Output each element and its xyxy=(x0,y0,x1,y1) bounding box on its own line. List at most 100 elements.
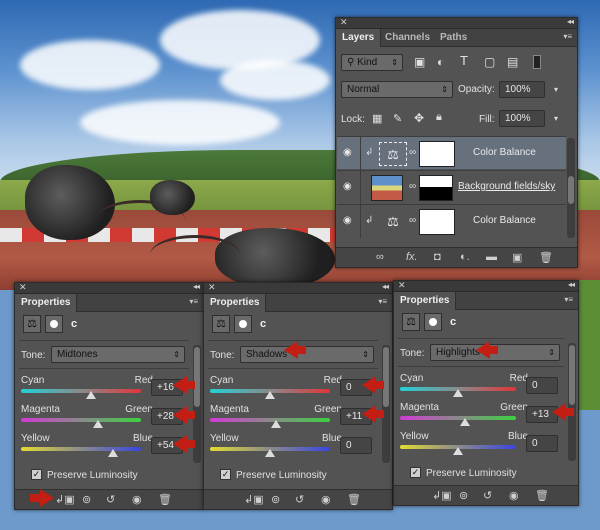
link-icon[interactable]: ∞ xyxy=(409,215,416,226)
trash-icon[interactable]: 🗑︎ xyxy=(535,489,549,502)
collapse-icon[interactable]: ◂◂ xyxy=(382,282,389,291)
tone-select[interactable]: Midtones ⇕ xyxy=(51,346,185,363)
lock-brush-icon[interactable]: ✎ xyxy=(393,112,402,125)
add-mask-icon[interactable]: ◘ xyxy=(434,251,441,263)
tab-properties[interactable]: Properties xyxy=(15,294,78,312)
trash-icon[interactable]: 🗑︎ xyxy=(158,493,172,506)
tab-paths[interactable]: Paths xyxy=(434,29,473,47)
tab-properties[interactable]: Properties xyxy=(204,294,267,312)
slider-thumb[interactable] xyxy=(85,391,96,399)
fill-input[interactable]: 100% ▾ xyxy=(499,110,558,127)
slider-thumb[interactable] xyxy=(271,420,281,428)
close-icon[interactable]: ✕ xyxy=(398,280,406,291)
layer-row[interactable]: ◉ ∞ Background fields/sky xyxy=(337,170,566,204)
properties-scrollbar[interactable] xyxy=(382,345,390,463)
lock-all-icon[interactable]: 🔒︎ xyxy=(436,111,442,124)
visibility-eye-icon[interactable]: ◉ xyxy=(132,493,142,506)
collapse-icon[interactable]: ◂◂ xyxy=(568,280,575,289)
filter-toggle-switch[interactable] xyxy=(533,55,541,69)
slider-track[interactable] xyxy=(21,447,141,451)
slider-thumb[interactable] xyxy=(453,389,463,397)
scrollbar-thumb[interactable] xyxy=(383,347,389,407)
link-icon[interactable]: ∞ xyxy=(409,147,416,158)
view-previous-icon[interactable]: ⊚ xyxy=(82,493,91,506)
layer-name[interactable]: Background fields/sky xyxy=(458,181,555,192)
scrollbar-thumb[interactable] xyxy=(568,176,574,204)
slider-track[interactable] xyxy=(400,416,516,420)
blend-mode-select[interactable]: Normal ⇕ xyxy=(341,81,453,98)
slider-value-input[interactable]: 0 xyxy=(526,377,558,394)
tab-channels[interactable]: Channels xyxy=(379,29,436,47)
filter-kind-select[interactable]: ⚲ Kind ⇕ xyxy=(341,54,403,71)
adjustment-layer-icon[interactable]: ◐. xyxy=(460,251,470,263)
panel-menu-icon[interactable]: ▾≡ xyxy=(564,295,573,304)
link-icon[interactable]: ∞ xyxy=(409,181,416,192)
filter-type-icon[interactable]: T xyxy=(460,53,468,68)
color-balance-icon[interactable]: ⚖ xyxy=(402,313,420,331)
view-previous-icon[interactable]: ⊚ xyxy=(271,493,280,506)
opacity-input[interactable]: 100% ▾ xyxy=(499,81,558,98)
visibility-cell[interactable]: ◉ xyxy=(337,171,361,204)
layer-mask-thumbnail[interactable] xyxy=(419,141,455,167)
tone-select[interactable]: Shadows ⇕ xyxy=(240,346,374,363)
group-folder-icon[interactable]: ▬ xyxy=(486,251,497,263)
filter-pixel-icon[interactable]: ▣ xyxy=(414,55,425,69)
mask-icon[interactable] xyxy=(424,313,442,331)
trash-icon[interactable]: 🗑︎ xyxy=(347,493,361,506)
reset-icon[interactable]: ↺ xyxy=(483,489,492,502)
layers-scrollbar[interactable] xyxy=(567,138,575,238)
reset-icon[interactable]: ↺ xyxy=(106,493,115,506)
visibility-cell[interactable]: ◉ xyxy=(337,205,361,238)
trash-icon[interactable]: 🗑︎ xyxy=(539,251,553,264)
properties-scrollbar[interactable] xyxy=(568,343,576,461)
layer-name[interactable]: Color Balance xyxy=(473,215,536,226)
layer-row[interactable]: ◉ ↲ ⚖ ∞ Color Balance xyxy=(337,204,566,238)
panel-menu-icon[interactable]: ▾≡ xyxy=(563,32,572,41)
slider-track[interactable] xyxy=(21,389,141,393)
close-icon[interactable]: ✕ xyxy=(208,282,216,293)
layer-row[interactable]: ◉ ↲ ⚖ ∞ Color Balance xyxy=(337,136,566,170)
clip-to-layer-icon[interactable]: ↲▣ xyxy=(432,489,452,502)
filter-adjustment-icon[interactable]: ◐ xyxy=(437,55,444,69)
panel-menu-icon[interactable]: ▾≡ xyxy=(189,297,198,306)
panel-menu-icon[interactable]: ▾≡ xyxy=(378,297,387,306)
color-balance-icon[interactable]: ⚖ xyxy=(23,315,41,333)
slider-track[interactable] xyxy=(21,418,141,422)
visibility-eye-icon[interactable]: ◉ xyxy=(321,493,331,506)
slider-thumb[interactable] xyxy=(453,447,463,455)
layer-mask-thumbnail[interactable] xyxy=(419,175,453,201)
new-layer-icon[interactable]: ▣ xyxy=(512,251,522,264)
color-balance-icon[interactable]: ⚖ xyxy=(212,315,230,333)
slider-value-input[interactable]: 0 xyxy=(340,437,372,454)
clip-to-layer-icon[interactable]: ↲▣ xyxy=(55,493,75,506)
scrollbar-thumb[interactable] xyxy=(569,345,575,405)
preserve-luminosity-checkbox[interactable]: ✓ xyxy=(410,467,421,478)
preserve-luminosity-checkbox[interactable]: ✓ xyxy=(31,469,42,480)
mask-icon[interactable] xyxy=(45,315,63,333)
slider-thumb[interactable] xyxy=(265,449,275,457)
close-icon[interactable]: ✕ xyxy=(19,282,27,293)
collapse-icon[interactable]: ◂◂ xyxy=(567,17,574,26)
layer-mask-thumbnail[interactable] xyxy=(419,209,455,235)
slider-thumb[interactable] xyxy=(108,449,119,457)
filter-shape-icon[interactable]: ▢ xyxy=(484,55,495,69)
eye-icon[interactable]: ◉ xyxy=(343,215,352,226)
mask-icon[interactable] xyxy=(234,315,252,333)
slider-value-input[interactable]: 0 xyxy=(526,435,558,452)
slider-track[interactable] xyxy=(210,418,330,422)
view-previous-icon[interactable]: ⊚ xyxy=(459,489,468,502)
collapse-icon[interactable]: ◂◂ xyxy=(193,282,200,291)
eye-icon[interactable]: ◉ xyxy=(343,147,352,158)
fx-icon[interactable]: fx. xyxy=(406,251,418,263)
preserve-luminosity-checkbox[interactable]: ✓ xyxy=(220,469,231,480)
chevron-down-icon[interactable]: ▾ xyxy=(554,82,558,97)
tab-layers[interactable]: Layers xyxy=(336,29,382,47)
slider-thumb[interactable] xyxy=(92,420,103,428)
visibility-eye-icon[interactable]: ◉ xyxy=(509,489,519,502)
color-balance-icon[interactable]: ⚖ xyxy=(379,142,407,166)
link-layers-icon[interactable]: ∞ xyxy=(376,251,384,263)
slider-thumb[interactable] xyxy=(459,418,470,426)
close-icon[interactable]: ✕ xyxy=(340,17,348,28)
chevron-down-icon[interactable]: ▾ xyxy=(554,111,558,126)
layer-name[interactable]: Color Balance xyxy=(473,147,536,158)
